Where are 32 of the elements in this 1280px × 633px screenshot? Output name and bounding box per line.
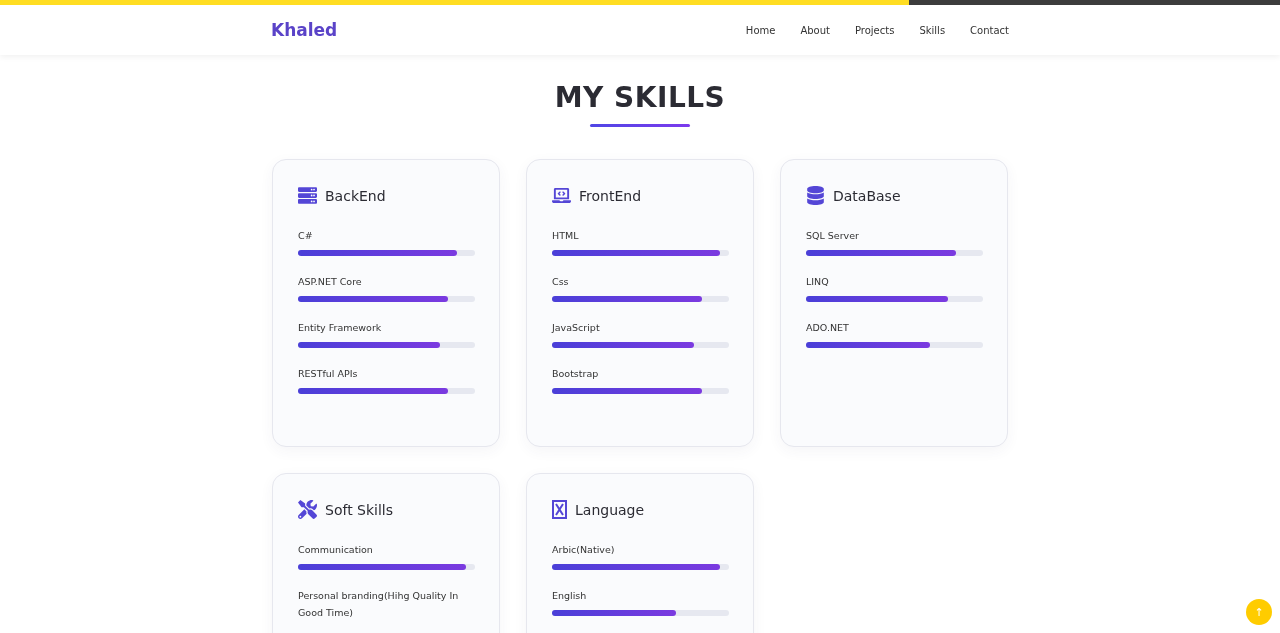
skill-name: ADO.NET bbox=[806, 321, 850, 335]
database-icon bbox=[806, 186, 825, 205]
skill-name: JavaScript bbox=[552, 321, 601, 335]
skill-name: Personal branding(Hihg Quality In Good Time) bbox=[298, 589, 460, 620]
skill-name: Css bbox=[552, 275, 570, 289]
laptop-code-icon bbox=[552, 186, 571, 205]
skill-name: LINQ bbox=[806, 275, 830, 289]
nav-link[interactable]: Contact bbox=[970, 24, 1009, 36]
card-title: Language bbox=[575, 501, 645, 518]
language-icon bbox=[552, 500, 567, 519]
skill-name: Entity Framework bbox=[298, 321, 383, 335]
nav-link[interactable]: About bbox=[800, 24, 830, 36]
section-title: MY SKILLS bbox=[554, 81, 726, 114]
nav-link[interactable]: Home bbox=[745, 24, 776, 36]
skill-name: C# bbox=[298, 229, 314, 243]
card-title: DataBase bbox=[833, 187, 901, 204]
skill-name: Arbic(Native) bbox=[552, 543, 616, 557]
skill-name: Bootstrap bbox=[552, 367, 600, 381]
server-icon bbox=[298, 186, 317, 205]
card-title: BackEnd bbox=[325, 187, 386, 204]
card-title: Soft Skills bbox=[325, 501, 394, 518]
nav-link[interactable]: Projects bbox=[854, 24, 895, 36]
skill-name: English bbox=[552, 589, 588, 603]
tools-icon bbox=[298, 500, 317, 519]
nav-link[interactable]: Skills bbox=[919, 24, 946, 36]
card-title: FrontEnd bbox=[579, 187, 641, 204]
skill-name: RESTful APIs bbox=[298, 367, 359, 381]
skill-name: Communication bbox=[298, 543, 374, 557]
brand-logo[interactable]: Khaled bbox=[271, 20, 338, 40]
skill-name: SQL Server bbox=[806, 229, 860, 243]
skill-name: HTML bbox=[552, 229, 580, 243]
skill-name: ASP.NET Core bbox=[298, 275, 363, 289]
